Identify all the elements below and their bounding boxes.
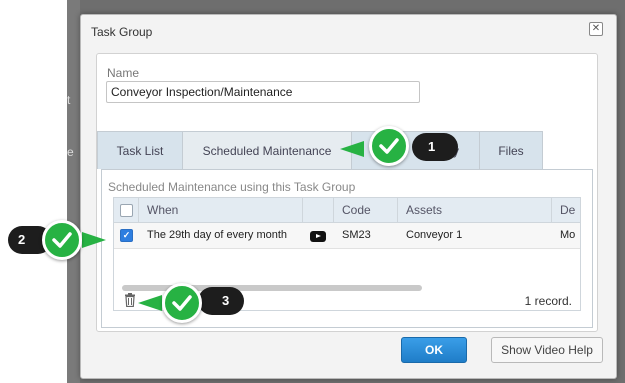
section-title: Scheduled Maintenance using this Task Gr… [108,180,356,194]
check-icon [369,126,409,166]
header-select-cell [114,198,139,222]
row-checkbox[interactable]: ✓ [120,229,133,242]
column-header-description[interactable]: De [552,198,580,222]
tab-task-list[interactable]: Task List [97,131,183,169]
callout-3-badge: 3 [198,287,244,315]
background-text: e [67,145,74,159]
table-row[interactable]: ✓ The 29th day of every month SM23 Conve… [114,223,580,249]
show-video-help-button[interactable]: Show Video Help [491,337,603,363]
column-header-code[interactable]: Code [334,198,398,222]
table-header: When Code Assets De [114,198,580,223]
column-header-when[interactable]: When [139,198,303,222]
tab-scheduled-maintenance[interactable]: Scheduled Maintenance [182,131,352,169]
callout-3-pointer [138,295,162,311]
row-code: SM23 [342,229,371,241]
record-count: 1 record. [524,294,572,308]
callout-1-badge: 1 [412,133,458,161]
tab-files[interactable]: Files [479,131,543,169]
trash-icon[interactable] [124,293,136,307]
select-all-checkbox[interactable] [120,204,133,217]
ok-button[interactable]: OK [401,337,467,363]
close-icon[interactable]: ✕ [589,22,603,36]
check-icon [162,283,202,323]
row-description: Mo [560,229,576,241]
column-header-assets[interactable]: Assets [398,198,552,222]
background-text: t [67,93,71,107]
callout-2-pointer [82,232,106,248]
background-page [67,0,80,383]
callout-3-number: 3 [222,293,230,308]
callout-1-pointer [340,141,364,157]
task-group-dialog: Task Group ✕ Name Conveyor Inspection/Ma… [80,14,617,379]
callout-1-number: 1 [428,139,436,154]
video-play-icon[interactable] [310,231,326,242]
column-header-video [303,198,334,222]
dialog-title: Task Group [91,25,153,39]
callout-2-number: 2 [18,232,26,247]
name-field[interactable]: Conveyor Inspection/Maintenance [106,81,420,103]
row-assets: Conveyor 1 [406,229,463,241]
row-when: The 29th day of every month [147,229,288,241]
check-icon [42,220,82,260]
name-label: Name [107,66,140,80]
